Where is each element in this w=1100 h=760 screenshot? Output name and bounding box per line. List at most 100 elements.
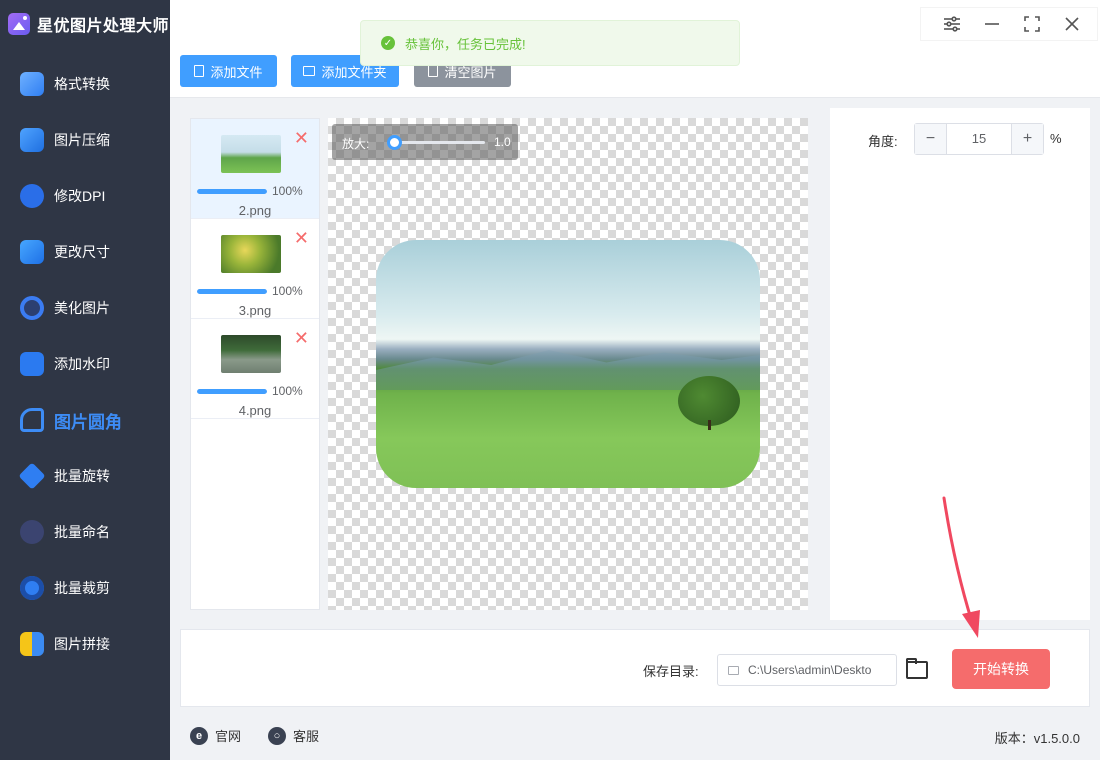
image-thumbnail xyxy=(221,135,281,173)
website-label: 官网 xyxy=(215,729,242,744)
progress-percent: 100% xyxy=(272,184,303,198)
crop-icon xyxy=(20,576,44,600)
customer-service-label: 客服 xyxy=(293,729,320,744)
sidebar-item-batch-rotate[interactable]: 批量旋转 xyxy=(0,448,170,504)
file-list: ✕ 100% 2.png ✕ 100% 3.png ✕ 100% 4.png xyxy=(190,118,320,610)
angle-label: 角度: xyxy=(868,134,898,149)
preview-tree xyxy=(678,376,740,430)
progress-bar xyxy=(197,389,267,394)
progress-fill xyxy=(197,289,267,294)
progress-bar xyxy=(197,189,267,194)
sidebar-item-format-convert[interactable]: 格式转换 xyxy=(0,56,170,112)
output-bar: 保存目录: C:\Users\admin\Deskto 开始转换 xyxy=(180,629,1090,707)
sidebar-item-image-compress[interactable]: 图片压缩 xyxy=(0,112,170,168)
sidebar-item-beautify[interactable]: 美化图片 xyxy=(0,280,170,336)
increment-button[interactable]: + xyxy=(1011,124,1043,154)
delete-icon[interactable]: ✕ xyxy=(294,129,309,147)
file-icon xyxy=(194,65,205,77)
sidebar-item-label: 更改尺寸 xyxy=(54,244,110,260)
preview-image xyxy=(376,240,760,488)
app-logo-icon xyxy=(8,13,30,35)
footer: e 官网 ○ 客服 版本：v1.5.0.0 xyxy=(170,712,1100,760)
progress-fill xyxy=(197,389,267,394)
delete-icon[interactable]: ✕ xyxy=(294,329,309,347)
progress-bar xyxy=(197,289,267,294)
beautify-icon xyxy=(20,296,44,320)
sidebar-item-modify-dpi[interactable]: 修改DPI xyxy=(0,168,170,224)
file-name: 2.png xyxy=(238,203,272,218)
sidebar: 星优图片处理大师 格式转换 图片压缩 修改DPI 更改尺寸 美化图片 添加水印 xyxy=(0,0,170,760)
sidebar-item-label: 添加水印 xyxy=(54,356,110,372)
folder-icon xyxy=(303,66,316,76)
save-path-value: C:\Users\admin\Deskto xyxy=(748,663,872,677)
zoom-label: 放大: xyxy=(342,137,370,151)
sidebar-item-label: 图片圆角 xyxy=(54,412,122,432)
sidebar-item-label: 图片压缩 xyxy=(54,132,110,148)
angle-unit: % xyxy=(1050,131,1062,146)
browser-icon: e xyxy=(190,726,208,745)
progress-fill xyxy=(197,189,267,194)
success-toast: ✓ 恭喜你，任务已完成! xyxy=(360,20,740,66)
rename-icon xyxy=(20,520,44,544)
list-item[interactable]: ✕ 100% 4.png xyxy=(191,319,319,419)
maximize-icon[interactable] xyxy=(1020,12,1044,36)
settings-panel: 角度: − + % xyxy=(830,108,1090,620)
resize-icon xyxy=(20,240,44,264)
add-file-button[interactable]: 添加文件 xyxy=(180,55,277,87)
sidebar-item-label: 修改DPI xyxy=(54,188,106,204)
chat-icon: ○ xyxy=(268,726,286,745)
sidebar-item-image-stitch[interactable]: 图片拼接 xyxy=(0,616,170,672)
list-item[interactable]: ✕ 100% 2.png xyxy=(191,119,319,219)
sidebar-item-label: 图片拼接 xyxy=(54,636,110,652)
dpi-icon xyxy=(20,184,44,208)
progress-percent: 100% xyxy=(272,384,303,398)
zoom-value: 1.0 xyxy=(494,135,511,149)
sidebar-item-label: 批量命名 xyxy=(54,524,110,540)
customer-service-link[interactable]: ○ 客服 xyxy=(268,726,319,745)
file-name: 4.png xyxy=(238,403,272,418)
sidebar-item-label: 批量裁剪 xyxy=(54,580,110,596)
image-compress-icon xyxy=(20,128,44,152)
settings-sliders-icon[interactable] xyxy=(940,12,964,36)
sidebar-item-rounded-corner[interactable]: 图片圆角 xyxy=(0,392,170,448)
image-convert-icon xyxy=(20,72,44,96)
watermark-icon xyxy=(20,352,44,376)
file-name: 3.png xyxy=(238,303,272,318)
zoom-control: 放大: 1.0 xyxy=(332,124,518,160)
folder-icon xyxy=(728,665,739,675)
save-path-input[interactable]: C:\Users\admin\Deskto xyxy=(717,654,897,686)
sidebar-item-batch-rename[interactable]: 批量命名 xyxy=(0,504,170,560)
image-thumbnail xyxy=(221,335,281,373)
trash-icon xyxy=(428,65,439,77)
angle-stepper: − + xyxy=(914,123,1044,155)
angle-input[interactable] xyxy=(947,124,1011,154)
save-directory-label: 保存目录: xyxy=(643,664,699,679)
minimize-icon[interactable] xyxy=(980,12,1004,36)
image-preview: 放大: 1.0 xyxy=(328,118,808,610)
stitch-icon xyxy=(20,632,44,656)
sidebar-item-resize[interactable]: 更改尺寸 xyxy=(0,224,170,280)
sidebar-nav: 格式转换 图片压缩 修改DPI 更改尺寸 美化图片 添加水印 图片圆角 批量旋转… xyxy=(0,56,170,672)
browse-folder-icon[interactable] xyxy=(905,658,928,679)
add-file-label: 添加文件 xyxy=(210,64,263,80)
sidebar-item-watermark[interactable]: 添加水印 xyxy=(0,336,170,392)
website-link[interactable]: e 官网 xyxy=(190,726,241,745)
list-item[interactable]: ✕ 100% 3.png xyxy=(191,219,319,319)
app-header: 星优图片处理大师 xyxy=(0,0,170,48)
delete-icon[interactable]: ✕ xyxy=(294,229,309,247)
check-circle-icon: ✓ xyxy=(381,36,395,50)
image-thumbnail xyxy=(221,235,281,273)
start-convert-button[interactable]: 开始转换 xyxy=(952,649,1050,689)
close-icon[interactable] xyxy=(1060,12,1084,36)
decrement-button[interactable]: − xyxy=(915,124,947,154)
sidebar-item-batch-crop[interactable]: 批量裁剪 xyxy=(0,560,170,616)
sidebar-item-label: 批量旋转 xyxy=(54,468,110,484)
version-text: 版本：v1.5.0.0 xyxy=(994,731,1080,746)
progress-percent: 100% xyxy=(272,284,303,298)
rounded-corner-icon xyxy=(20,408,44,432)
zoom-slider-handle[interactable] xyxy=(387,135,402,150)
app-title: 星优图片处理大师 xyxy=(37,18,170,35)
zoom-slider[interactable] xyxy=(387,135,485,150)
toast-message: 恭喜你，任务已完成! xyxy=(405,36,526,52)
sidebar-item-label: 美化图片 xyxy=(54,300,110,316)
